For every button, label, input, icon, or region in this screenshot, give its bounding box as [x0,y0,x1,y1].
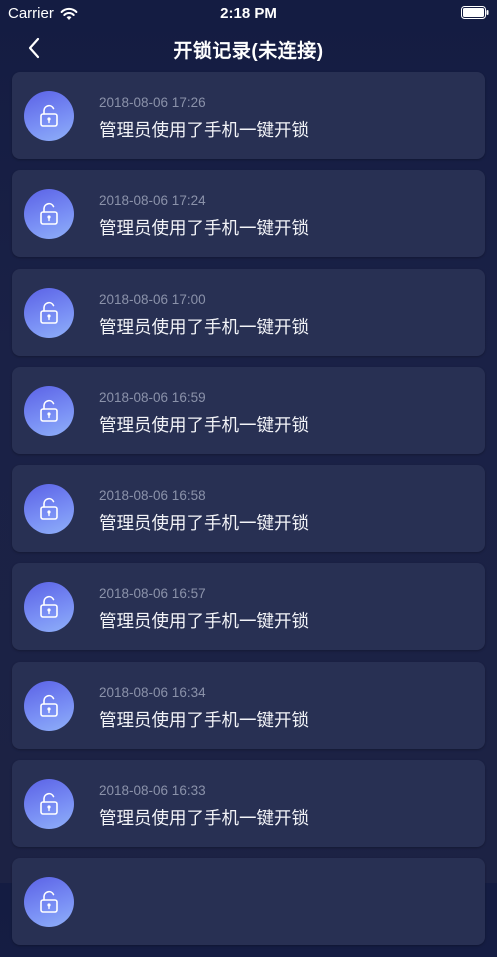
unlock-icon-badge [24,91,74,141]
record-card[interactable]: 2018-08-06 16:33 管理员使用了手机一键开锁 [12,760,485,848]
lock-open-icon [40,596,58,619]
record-description: 管理员使用了手机一键开锁 [99,121,309,141]
record-date: 2018-08-06 16:57 [99,586,206,602]
lock-open-icon [40,694,58,717]
lock-open-icon [40,301,58,324]
record-date: 2018-08-06 16:58 [99,488,206,504]
unlock-icon-badge [24,877,74,928]
record-description: 管理员使用了手机一键开锁 [99,809,309,830]
unlock-icon-badge [24,385,74,436]
battery-icon [461,6,489,19]
record-description: 管理员使用了手机一键开锁 [99,415,309,436]
lock-open-icon [40,399,58,422]
record-card[interactable]: 2018-08-06 17:26 管理员使用了手机一键开锁 [12,72,485,159]
record-date: 2018-08-06 16:33 [99,783,206,799]
record-description: 管理员使用了手机一键开锁 [99,710,309,731]
unlock-icon-badge [24,680,74,731]
record-date: 2018-08-06 16:34 [99,684,206,700]
record-date: 2018-08-06 17:24 [99,193,206,209]
status-time: 2:18 PM [220,5,277,22]
unlock-icon-badge [24,287,74,338]
record-description: 管理员使用了手机一键开锁 [99,219,309,240]
record-date: 2018-08-06 16:59 [99,389,206,405]
unlock-icon-badge [24,189,74,240]
record-card[interactable]: 2018-08-06 17:24 管理员使用了手机一键开锁 [12,170,485,258]
status-bar: Carrier 2:18 PM [0,0,497,26]
record-card[interactable]: 2018-08-06 16:57 管理员使用了手机一键开锁 [12,563,485,651]
record-card[interactable]: 2018-08-06 16:58 管理员使用了手机一键开锁 [12,465,485,553]
page-title: 开锁记录(未连接) [173,41,324,62]
navigation-bar: 开锁记录(未连接) [0,26,497,70]
unlock-icon-badge [24,484,74,535]
lock-open-icon [40,891,58,914]
record-card[interactable]: 2018-08-06 16:59 管理员使用了手机一键开锁 [12,366,485,454]
unlock-icon-badge [24,779,74,830]
unlock-icon-badge [24,582,74,633]
lock-open-icon [40,792,58,815]
record-card[interactable]: 2018-08-06 16:34 管理员使用了手机一键开锁 [12,661,485,749]
record-date: 2018-08-06 17:26 [99,95,206,110]
record-date: 2018-08-06 17:00 [99,291,206,307]
record-description: 管理员使用了手机一键开锁 [99,514,309,535]
lock-open-icon [40,104,58,127]
unlock-record-list[interactable]: 2018-08-06 17:26 管理员使用了手机一键开锁 2018-08-06… [12,72,485,957]
record-card[interactable]: 2018-08-06 17:00 管理员使用了手机一键开锁 [12,268,485,356]
record-description: 管理员使用了手机一键开锁 [99,317,309,338]
lock-open-icon [40,203,58,226]
record-card[interactable] [12,858,485,946]
lock-open-icon [40,498,58,520]
record-description: 管理员使用了手机一键开锁 [99,612,309,633]
